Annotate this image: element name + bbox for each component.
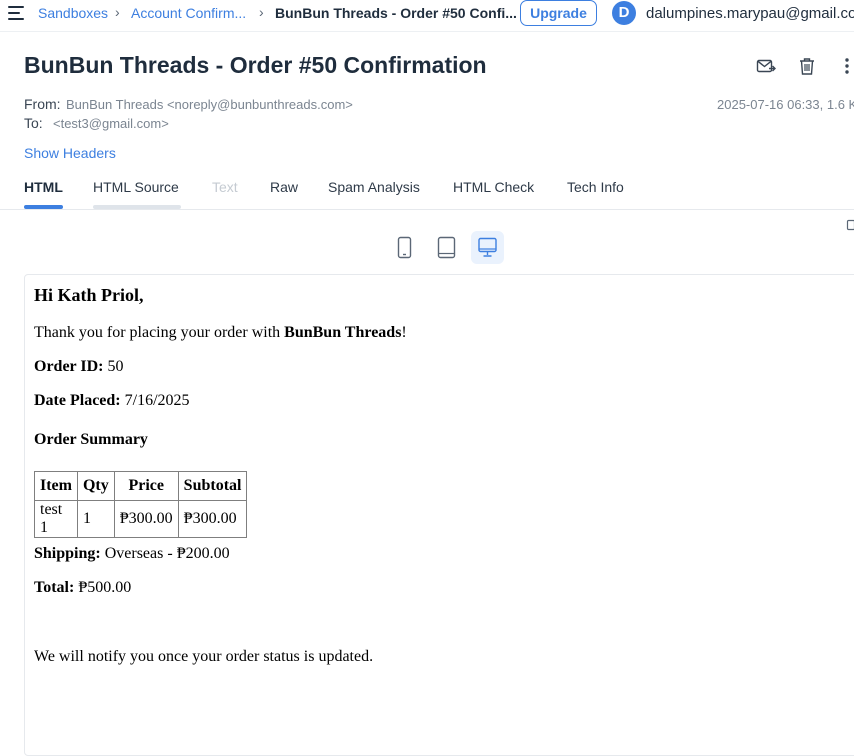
tab-tech-info[interactable]: Tech Info bbox=[567, 179, 624, 195]
user-email[interactable]: dalumpines.marypau@gmail.com bbox=[646, 5, 854, 22]
show-headers-link[interactable]: Show Headers bbox=[24, 145, 116, 161]
breadcrumb-separator: › bbox=[259, 4, 264, 20]
thanks-prefix: Thank you for placing your order with bbox=[34, 324, 284, 341]
more-vertical-icon[interactable] bbox=[838, 56, 852, 76]
breadcrumb-account-confirm[interactable]: Account Confirm... bbox=[131, 5, 246, 21]
thanks-brand: BunBun Threads bbox=[284, 324, 401, 341]
message-date-size: 2025-07-16 06:33, 1.6 K bbox=[717, 97, 854, 112]
topbar-divider bbox=[0, 31, 854, 32]
avatar[interactable]: D bbox=[612, 1, 636, 25]
menu-icon[interactable] bbox=[8, 6, 26, 20]
tab-raw[interactable]: Raw bbox=[270, 179, 298, 195]
date-placed-label: Date Placed: bbox=[34, 392, 121, 409]
table-cell-qty: 1 bbox=[77, 501, 114, 538]
email-total: Total: ₱500.00 bbox=[34, 579, 131, 597]
table-row: test 1 1 ₱300.00 ₱300.00 bbox=[35, 501, 247, 538]
email-shipping: Shipping: Overseas - ₱200.00 bbox=[34, 545, 230, 563]
tablet-icon bbox=[430, 231, 463, 264]
thanks-suffix: ! bbox=[401, 324, 406, 341]
to-label: To: bbox=[24, 115, 43, 131]
tab-html-check[interactable]: HTML Check bbox=[453, 179, 534, 195]
tab-spam-analysis[interactable]: Spam Analysis bbox=[328, 179, 420, 195]
from-value: BunBun Threads <noreply@bunbunthreads.co… bbox=[66, 97, 353, 112]
table-header-subtotal: Subtotal bbox=[178, 472, 247, 501]
copy-icon[interactable] bbox=[846, 219, 854, 231]
device-tablet-button[interactable] bbox=[430, 231, 463, 264]
email-order-id: Order ID: 50 bbox=[34, 358, 123, 376]
device-desktop-button[interactable] bbox=[471, 231, 504, 264]
shipping-label: Shipping: bbox=[34, 545, 101, 562]
order-summary-heading: Order Summary bbox=[34, 431, 148, 449]
table-header-price: Price bbox=[114, 472, 178, 501]
total-value: ₱500.00 bbox=[74, 579, 131, 596]
date-placed-value: 7/16/2025 bbox=[121, 392, 190, 409]
shipping-value: Overseas - ₱200.00 bbox=[101, 545, 230, 562]
order-summary-table: Item Qty Price Subtotal test 1 1 ₱300.00… bbox=[34, 471, 247, 538]
top-bar: Sandboxes › Account Confirm... › BunBun … bbox=[0, 0, 854, 30]
tab-html[interactable]: HTML bbox=[24, 179, 63, 195]
device-mobile-button[interactable] bbox=[388, 231, 421, 264]
email-date-placed: Date Placed: 7/16/2025 bbox=[34, 392, 190, 410]
trash-icon[interactable] bbox=[797, 56, 817, 76]
table-header-qty: Qty bbox=[77, 472, 114, 501]
total-label: Total: bbox=[34, 579, 74, 596]
table-cell-item: test 1 bbox=[35, 501, 78, 538]
tabs-divider bbox=[0, 209, 854, 210]
breadcrumb-sandboxes[interactable]: Sandboxes bbox=[38, 5, 108, 21]
forward-mail-icon[interactable] bbox=[756, 56, 776, 76]
message-subject: BunBun Threads - Order #50 Confirmation bbox=[24, 52, 487, 79]
tab-text: Text bbox=[212, 179, 238, 195]
table-header-row: Item Qty Price Subtotal bbox=[35, 472, 247, 501]
table-cell-subtotal: ₱300.00 bbox=[178, 501, 247, 538]
email-preview-frame: Hi Kath Priol, Thank you for placing you… bbox=[24, 274, 854, 756]
upgrade-button[interactable]: Upgrade bbox=[520, 0, 597, 26]
email-greeting: Hi Kath Priol, bbox=[34, 285, 144, 306]
order-id-value: 50 bbox=[103, 358, 123, 375]
tab-html-source[interactable]: HTML Source bbox=[93, 179, 179, 195]
email-thanks-line: Thank you for placing your order with Bu… bbox=[34, 324, 407, 342]
desktop-icon bbox=[471, 231, 504, 264]
table-header-item: Item bbox=[35, 472, 78, 501]
table-cell-price: ₱300.00 bbox=[114, 501, 178, 538]
email-notify-line: We will notify you once your order statu… bbox=[34, 648, 373, 666]
from-label: From: bbox=[24, 96, 61, 112]
breadcrumb-current: BunBun Threads - Order #50 Confi... bbox=[275, 5, 517, 21]
order-id-label: Order ID: bbox=[34, 358, 103, 375]
mobile-icon bbox=[388, 231, 421, 264]
breadcrumb-separator: › bbox=[115, 4, 120, 20]
to-value: <test3@gmail.com> bbox=[53, 116, 169, 131]
